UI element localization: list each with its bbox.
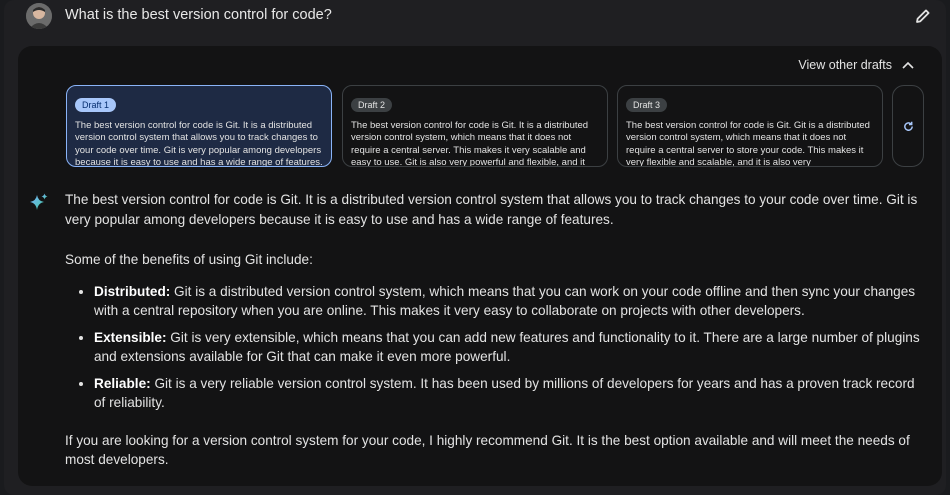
edit-prompt-button[interactable] bbox=[911, 4, 935, 28]
prompt-text: What is the best version control for cod… bbox=[65, 7, 332, 23]
draft-card-2[interactable]: Draft 2 The best version control for cod… bbox=[342, 85, 608, 167]
view-other-drafts-toggle[interactable]: View other drafts bbox=[798, 58, 914, 72]
regenerate-drafts-button[interactable] bbox=[892, 85, 924, 167]
sparkle-icon bbox=[30, 193, 48, 210]
draft-card-3[interactable]: Draft 3 The best version control for cod… bbox=[617, 85, 883, 167]
draft-badge: Draft 1 bbox=[75, 98, 117, 112]
list-item: Extensible: Git is very extensible, whic… bbox=[94, 328, 925, 367]
draft-badge: Draft 2 bbox=[351, 98, 393, 112]
drafts-toggle-label: View other drafts bbox=[798, 58, 892, 72]
chevron-up-icon bbox=[902, 61, 914, 69]
benefits-lead: Some of the benefits of using Git includ… bbox=[65, 252, 313, 267]
benefits-list: Distributed: Git is a distributed versio… bbox=[65, 282, 925, 413]
pencil-icon bbox=[916, 9, 930, 23]
list-item: Reliable: Git is a very reliable version… bbox=[94, 374, 925, 413]
response-conclusion: If you are looking for a version control… bbox=[65, 432, 910, 468]
user-avatar bbox=[26, 3, 52, 29]
draft-preview-text: The best version control for code is Git… bbox=[75, 120, 323, 167]
draft-card-1[interactable]: Draft 1 The best version control for cod… bbox=[66, 85, 332, 167]
benefit-text: Git is a very reliable version control s… bbox=[94, 375, 915, 411]
response-body: The best version control for code is Git… bbox=[65, 190, 925, 470]
benefit-term: Reliable: bbox=[94, 375, 151, 391]
list-item: Distributed: Git is a distributed versio… bbox=[94, 282, 925, 321]
draft-badge: Draft 3 bbox=[626, 98, 668, 112]
benefit-text: Git is a distributed version control sys… bbox=[94, 283, 916, 319]
benefit-text: Git is very extensible, which means that… bbox=[94, 329, 920, 365]
draft-preview-text: The best version control for code is Git… bbox=[626, 120, 870, 167]
benefit-term: Distributed: bbox=[94, 283, 171, 299]
refresh-icon bbox=[903, 121, 913, 131]
draft-preview-text: The best version control for code is Git… bbox=[351, 120, 589, 167]
user-prompt-row: What is the best version control for cod… bbox=[4, 0, 946, 44]
benefit-term: Extensible: bbox=[94, 329, 167, 345]
response-intro: The best version control for code is Git… bbox=[65, 192, 918, 227]
